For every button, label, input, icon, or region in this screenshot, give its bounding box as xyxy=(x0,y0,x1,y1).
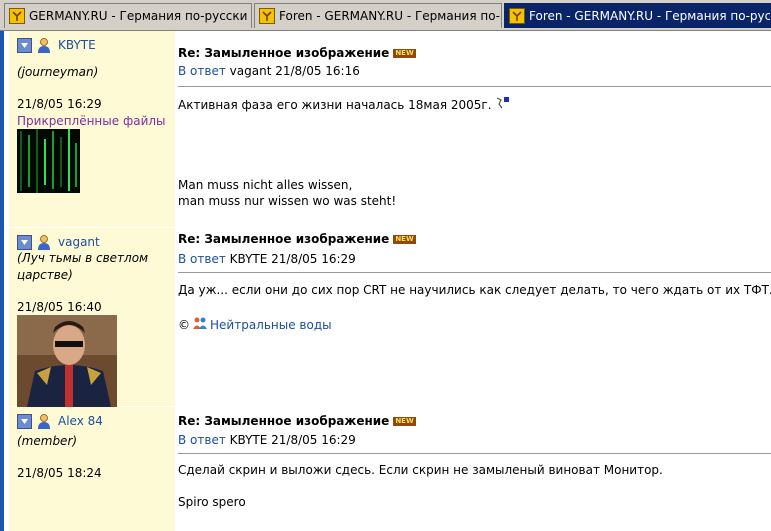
divider xyxy=(178,453,771,454)
reply-info: В ответ KBYTE 21/8/05 16:29 xyxy=(178,433,356,447)
signature-line: Spiro spero xyxy=(178,495,246,509)
post-author-sidebar: KBYTE (journeyman) 21/8/05 16:29 Прикреп… xyxy=(9,31,175,227)
forum-post: Alex 84 (member) 21/8/05 18:24 Re: Замыл… xyxy=(4,407,771,531)
tab-title: Foren - GERMANY.RU - Германия по-русски xyxy=(279,9,501,23)
new-badge: NEW xyxy=(393,48,416,58)
in-reply-to-link[interactable]: В ответ xyxy=(178,433,226,447)
reply-info: В ответ vagant 21/8/05 16:16 xyxy=(178,64,360,78)
forum-post: vagant (Луч тьмы в светлом царстве) 21/8… xyxy=(4,228,771,407)
post-date: 21/8/05 16:40 xyxy=(17,300,102,314)
in-reply-to-link[interactable]: В ответ xyxy=(178,64,226,78)
copyright-symbol: © xyxy=(178,318,190,332)
subject-text: Re: Замыленное изображение xyxy=(178,414,390,428)
attachments-link[interactable]: Прикреплённые файлы xyxy=(17,114,166,128)
reply-author-date: KBYTE 21/8/05 16:29 xyxy=(229,252,356,266)
in-reply-to-link[interactable]: В ответ xyxy=(178,252,226,266)
arrow-down-icon[interactable] xyxy=(17,234,32,250)
user-icon xyxy=(36,413,52,429)
reply-info: В ответ KBYTE 21/8/05 16:29 xyxy=(178,252,356,266)
new-badge: NEW xyxy=(393,234,416,244)
tab-bar: GERMANY.RU - Германия по-русски Foren - … xyxy=(0,0,771,31)
post-body-text: Да уж... если они до сих пор CRT не науч… xyxy=(178,283,771,297)
signature: © Нейтральные воды xyxy=(178,316,332,334)
post-subject: Re: Замыленное изображение NEW xyxy=(178,232,416,246)
post-subject: Re: Замыленное изображение NEW xyxy=(178,414,416,428)
tab-foren-active[interactable]: Foren - GERMANY.RU - Германия по-русски xyxy=(504,3,771,28)
forum-thread: KBYTE (journeyman) 21/8/05 16:29 Прикреп… xyxy=(0,31,771,531)
signature-line: man muss nur wissen wo was steht! xyxy=(178,194,397,208)
post-content: Re: Замыленное изображение NEW В ответ K… xyxy=(178,407,771,531)
tab-title: Foren - GERMANY.RU - Германия по-русски xyxy=(529,9,770,23)
people-icon xyxy=(192,316,208,334)
post-author-sidebar: vagant (Луч тьмы в светлом царстве) 21/8… xyxy=(9,228,175,407)
user-rank: (Луч тьмы в светлом царстве) xyxy=(17,251,149,282)
post-date: 21/8/05 18:24 xyxy=(17,466,102,480)
post-subject: Re: Замыленное изображение NEW xyxy=(178,46,416,60)
user-icon xyxy=(36,234,52,250)
germany-ru-favicon-icon xyxy=(259,8,275,24)
tab-title: GERMANY.RU - Германия по-русски xyxy=(29,9,248,23)
post-author-sidebar: Alex 84 (member) 21/8/05 18:24 xyxy=(9,407,175,531)
emoticon-icon xyxy=(495,96,511,114)
germany-ru-favicon-icon xyxy=(509,8,525,24)
post-body-text: Сделай скрин и выложи сдесь. Если скрин … xyxy=(178,463,663,477)
username-link[interactable]: KBYTE xyxy=(58,38,96,52)
user-rank: (member) xyxy=(17,434,78,448)
subject-text: Re: Замыленное изображение xyxy=(178,232,390,246)
subject-text: Re: Замыленное изображение xyxy=(178,46,390,60)
post-date: 21/8/05 16:29 xyxy=(17,97,102,111)
post-content: Re: Замыленное изображение NEW В ответ K… xyxy=(178,228,771,406)
divider xyxy=(178,86,771,87)
forum-post: KBYTE (journeyman) 21/8/05 16:29 Прикреп… xyxy=(4,31,771,227)
signature-link[interactable]: Нейтральные воды xyxy=(210,317,332,333)
user-icon xyxy=(36,37,52,53)
username-link[interactable]: vagant xyxy=(58,235,100,249)
avatar xyxy=(17,129,80,193)
tab-germany-home[interactable]: GERMANY.RU - Германия по-русски xyxy=(4,3,252,28)
post-body: Активная фаза его жизни началась 18мая 2… xyxy=(178,96,511,114)
tab-foren-1[interactable]: Foren - GERMANY.RU - Германия по-русски xyxy=(254,3,502,28)
user-rank: (journeyman) xyxy=(17,65,99,79)
arrow-down-icon[interactable] xyxy=(17,413,32,429)
reply-author-date: vagant 21/8/05 16:16 xyxy=(229,64,360,78)
signature-line: Man muss nicht alles wissen, xyxy=(178,178,353,192)
username-link[interactable]: Alex 84 xyxy=(58,414,103,428)
reply-author-date: KBYTE 21/8/05 16:29 xyxy=(229,433,356,447)
avatar xyxy=(17,315,117,407)
germany-ru-favicon-icon xyxy=(9,8,25,24)
post-body-text: Активная фаза его жизни началась 18мая 2… xyxy=(178,98,492,112)
new-badge: NEW xyxy=(393,416,416,426)
arrow-down-icon[interactable] xyxy=(17,37,32,53)
post-content: Re: Замыленное изображение NEW В ответ v… xyxy=(178,31,771,227)
divider xyxy=(178,272,771,273)
